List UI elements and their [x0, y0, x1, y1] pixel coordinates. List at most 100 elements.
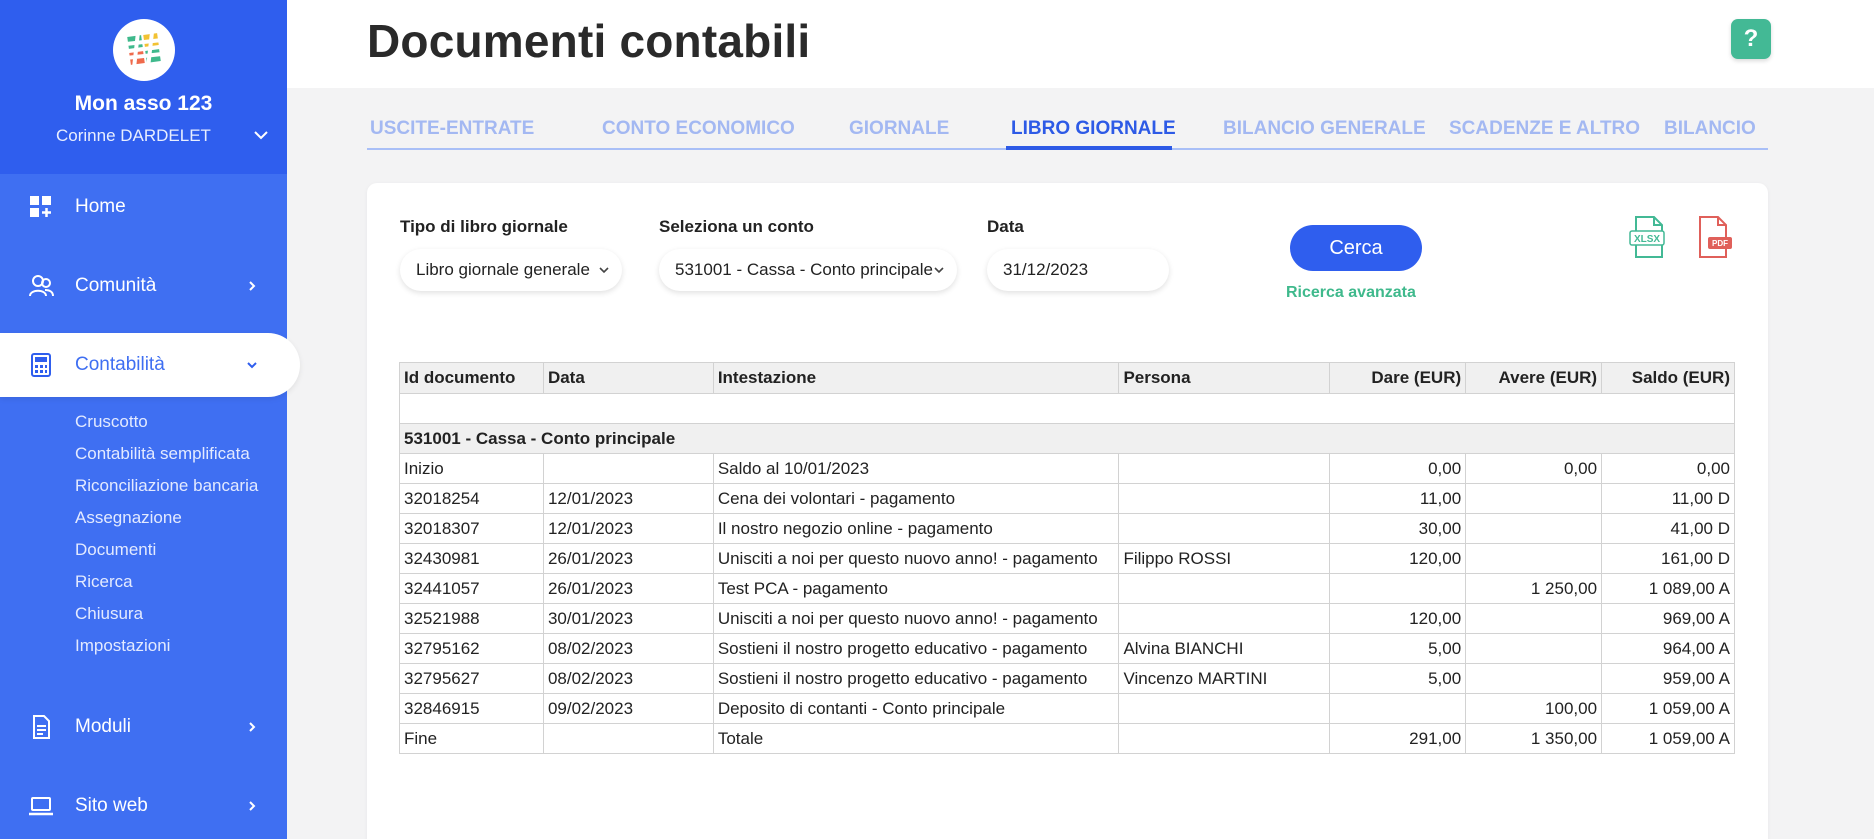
advanced-search-link[interactable]: Ricerca avanzata [1286, 284, 1416, 302]
col-header-data[interactable]: Data [542, 362, 714, 394]
cell-avere: 100,00 [1465, 693, 1603, 724]
account-group-label: 531001 - Cassa - Conto principale [399, 423, 1735, 454]
sidebar-item-sito-web[interactable]: Sito web [0, 774, 287, 838]
cell-id: 32018307 [399, 513, 544, 544]
cell-saldo: 959,00 A [1601, 663, 1735, 694]
users-icon [29, 275, 54, 297]
svg-text:XLSX: XLSX [1634, 234, 1660, 245]
cell-saldo: 964,00 A [1601, 633, 1735, 664]
col-header-id[interactable]: Id documento [399, 362, 544, 394]
cell-avere [1465, 633, 1603, 664]
pdf-export-icon[interactable]: PDF [1694, 215, 1734, 259]
cell-id: 32795627 [399, 663, 544, 694]
cell-data: 12/01/2023 [542, 513, 714, 544]
cell-dare: 5,00 [1329, 663, 1467, 694]
subnav-item-impostazioni[interactable]: Impostazioni [75, 633, 258, 665]
cell-intestazione: Cena dei volontari - pagamento [712, 483, 1120, 514]
org-name: Mon asso 123 [74, 92, 213, 115]
tab-conto-economico[interactable]: CONTO ECONOMICO [602, 118, 795, 140]
chevron-down-icon[interactable] [252, 126, 270, 144]
sidebar-item-moduli[interactable]: Moduli [0, 695, 287, 759]
cell-avere: 0,00 [1465, 453, 1603, 484]
cell-intestazione: Il nostro negozio online - pagamento [712, 513, 1120, 544]
subnav-item-contabilita-semplificata[interactable]: Contabilità semplificata [75, 441, 258, 473]
cell-id: 32795162 [399, 633, 544, 664]
help-button[interactable]: ? [1731, 19, 1771, 59]
chevron-down-icon [247, 362, 257, 369]
table-row[interactable]: 32441057 26/01/2023 Test PCA - pagamento 1 … [399, 573, 1735, 604]
cell-avere [1465, 483, 1603, 514]
col-header-avere[interactable]: Avere (EUR) [1465, 362, 1603, 394]
tab-scadenze-e-altro[interactable]: SCADENZE E ALTRO [1449, 118, 1640, 140]
subnav-item-documenti[interactable]: Documenti [75, 537, 258, 569]
cell-intestazione: Deposito di contanti - Conto principale [712, 693, 1120, 724]
cell-intestazione: Saldo al 10/01/2023 [712, 453, 1120, 484]
table-row[interactable]: 32018254 12/01/2023 Cena dei volontari - p… [399, 483, 1735, 514]
sidebar-item-contabilita[interactable]: Contabilità [0, 333, 300, 397]
cell-persona [1118, 693, 1331, 724]
cell-dare: 30,00 [1329, 513, 1467, 544]
org-logo[interactable] [113, 19, 175, 81]
cell-saldo: 41,00 D [1601, 513, 1735, 544]
sidebar-item-comunita[interactable]: Comunità [0, 254, 287, 318]
subnav-item-ricerca[interactable]: Ricerca [75, 569, 258, 601]
chevron-down-icon [599, 267, 609, 274]
table-row[interactable]: 32430981 26/01/2023 Unisciti a noi per que… [399, 543, 1735, 574]
chevron-right-icon [249, 801, 256, 811]
hashtag-logo-icon [125, 31, 163, 69]
cell-dare: 291,00 [1329, 723, 1467, 754]
user-name[interactable]: Corinne DARDELET [56, 126, 211, 146]
cell-persona [1118, 453, 1331, 484]
tab-libro-giornale[interactable]: LIBRO GIORNALE [1011, 118, 1176, 140]
cell-intestazione: Totale [712, 723, 1120, 754]
cell-persona [1118, 573, 1331, 604]
table-row[interactable]: Inizio Saldo al 10/01/2023 0,00 0,00 0,00 [399, 453, 1735, 484]
sidebar-item-label: Moduli [75, 716, 131, 737]
tab-bilancio-generale[interactable]: BILANCIO GENERALE [1223, 118, 1426, 140]
table-row[interactable]: Fine Totale 291,00 1 350,00 1 059,00 A [399, 723, 1735, 754]
journal-type-select[interactable]: Libro giornale generale [400, 249, 622, 291]
spacer-row [399, 393, 1735, 424]
table-row[interactable]: 32018307 12/01/2023 Il nostro negozio onli… [399, 513, 1735, 544]
calculator-icon [31, 353, 51, 377]
cell-dare: 11,00 [1329, 483, 1467, 514]
sidebar-item-label: Home [75, 196, 126, 217]
cell-persona: Alvina BIANCHI [1118, 633, 1331, 664]
subnav-item-chiusura[interactable]: Chiusura [75, 601, 258, 633]
col-header-dare[interactable]: Dare (EUR) [1329, 362, 1467, 394]
sidebar-item-home[interactable]: Home [0, 175, 287, 239]
date-field[interactable]: 31/12/2023 [987, 249, 1169, 291]
journal-type-label: Tipo di libro giornale [400, 217, 568, 236]
tab-giornale[interactable]: GIORNALE [849, 118, 949, 140]
col-header-saldo[interactable]: Saldo (EUR) [1601, 362, 1735, 394]
sidebar-item-label: Sito web [75, 795, 148, 816]
sidebar: Mon asso 123 Corinne DARDELET Home Comun… [0, 0, 300, 839]
search-button[interactable]: Cerca [1290, 225, 1422, 271]
ledger-table: Id documento Data Intestazione Persona D… [399, 362, 1735, 754]
cell-intestazione: Sostieni il nostro progetto educativo - … [712, 663, 1120, 694]
subnav-item-assegnazione[interactable]: Assegnazione [75, 505, 258, 537]
xlsx-export-icon[interactable]: XLSX [1628, 215, 1668, 259]
col-header-intestazione[interactable]: Intestazione [712, 362, 1120, 394]
cell-avere: 1 350,00 [1465, 723, 1603, 754]
chevron-right-icon [249, 722, 256, 732]
cell-avere: 1 250,00 [1465, 573, 1603, 604]
table-row[interactable]: 32795162 08/02/2023 Sostieni il nostro pro… [399, 633, 1735, 664]
table-row[interactable]: 32846915 09/02/2023 Deposito di contanti -… [399, 693, 1735, 724]
cell-data: 30/01/2023 [542, 603, 714, 634]
account-select[interactable]: 531001 - Cassa - Conto principale [659, 249, 957, 291]
table-row[interactable]: 32795627 08/02/2023 Sostieni il nostro pro… [399, 663, 1735, 694]
subnav-item-riconciliazione-bancaria[interactable]: Riconciliazione bancaria [75, 473, 258, 505]
cell-persona [1118, 483, 1331, 514]
subnav-item-cruscotto[interactable]: Cruscotto [75, 409, 258, 441]
table-row[interactable]: 32521988 30/01/2023 Unisciti a noi per que… [399, 603, 1735, 634]
tab-bilancio[interactable]: BILANCIO [1664, 118, 1756, 140]
laptop-icon [29, 797, 53, 816]
page-title: Documenti contabili [367, 15, 811, 67]
ledger-card: Tipo di libro giornale Libro giornale ge… [367, 183, 1768, 839]
tab-uscite-entrate[interactable]: USCITE-ENTRATE [370, 118, 534, 140]
col-header-persona[interactable]: Persona [1118, 362, 1331, 394]
date-value: 31/12/2023 [1003, 260, 1089, 279]
sidebar-item-label: Contabilità [75, 354, 165, 375]
chevron-right-icon [249, 281, 256, 291]
